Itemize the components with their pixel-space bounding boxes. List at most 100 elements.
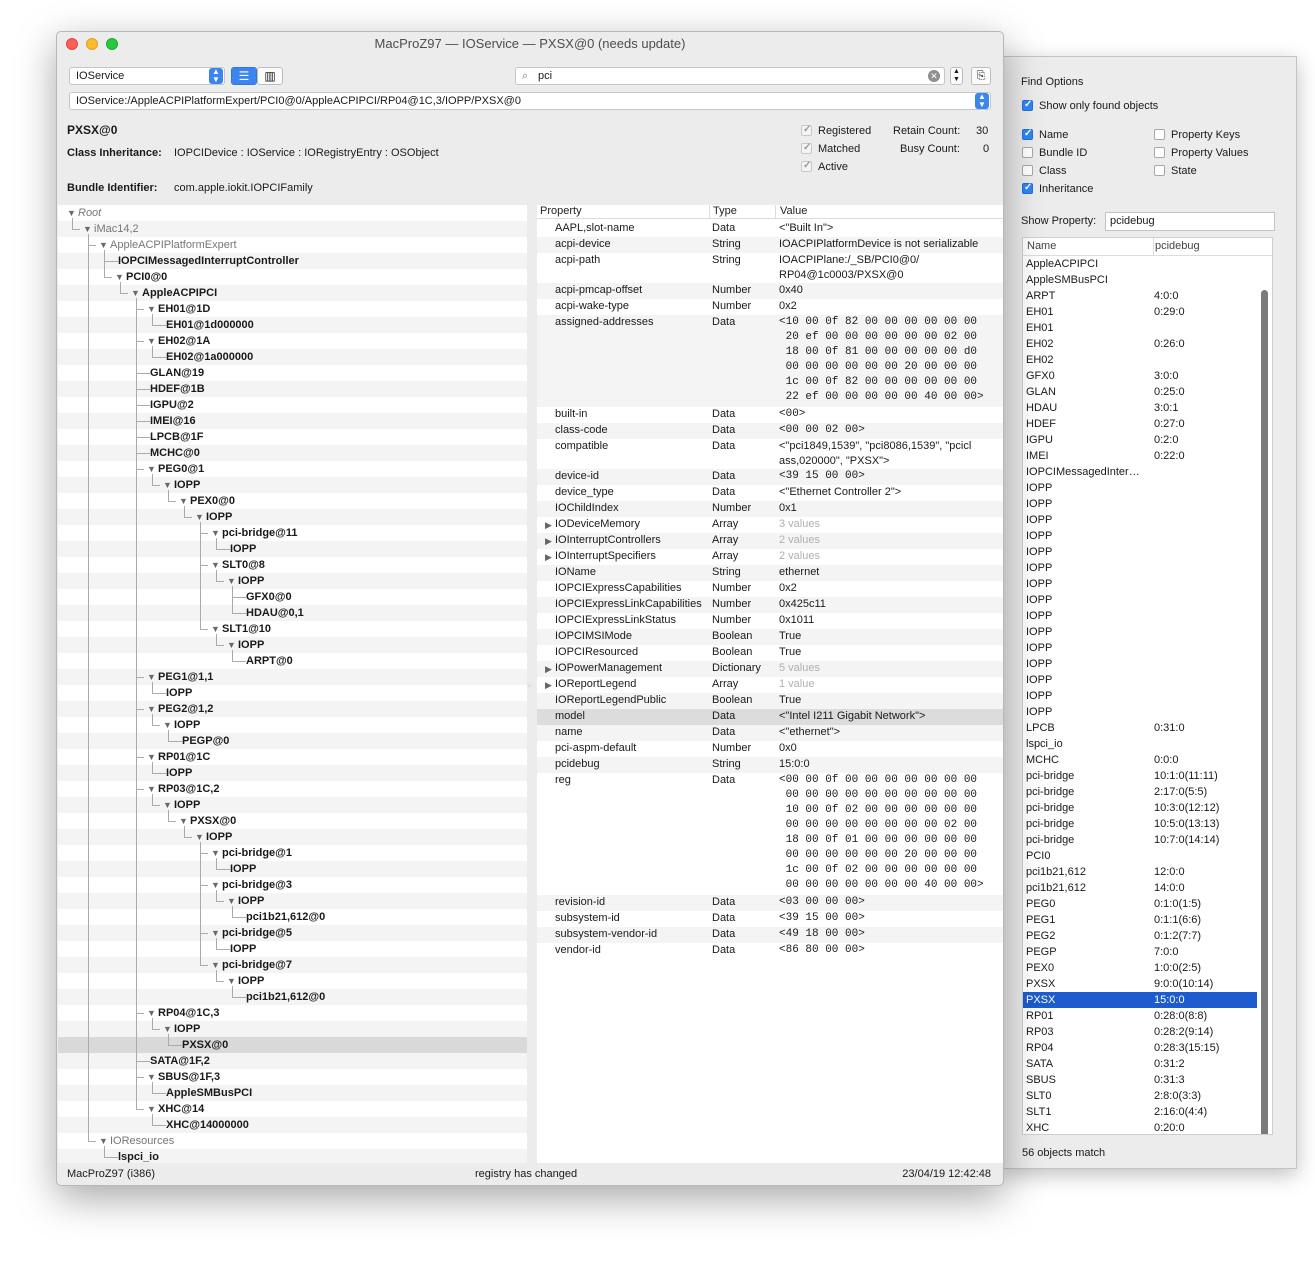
col-value-header[interactable]: pcidebug	[1155, 240, 1200, 252]
class-checkbox[interactable]	[1022, 165, 1033, 176]
registry-tree[interactable]: ▼ Root ▼ iMac14,2 ▼ AppleACPIPlatformExpert IO…	[58, 205, 527, 1163]
tree-row[interactable]: IOPP	[58, 765, 527, 781]
object-row[interactable]: PEG2 0:1:2(7:7)	[1023, 928, 1257, 944]
object-row[interactable]: IOPP	[1023, 624, 1257, 640]
object-row[interactable]: AppleSMBusPCI	[1023, 272, 1257, 288]
tree-row[interactable]: pci1b21,612@0	[58, 989, 527, 1005]
tree-row[interactable]: MCHC@0	[58, 445, 527, 461]
expand-triangle-icon[interactable]: ▶	[545, 662, 552, 677]
object-row[interactable]: IOPP	[1023, 688, 1257, 704]
object-row[interactable]: IOPCIMessagedInter…	[1023, 464, 1257, 480]
zoom-icon[interactable]	[106, 38, 118, 50]
tree-row[interactable]: ▼ pci-bridge@7	[58, 957, 527, 973]
tree-row[interactable]: ▼ SLT1@10	[58, 621, 527, 637]
object-row[interactable]: pci-bridge 2:17:0(5:5)	[1023, 784, 1257, 800]
close-icon[interactable]	[66, 38, 78, 50]
tree-row[interactable]: XHC@14000000	[58, 1117, 527, 1133]
bundle-id-checkbox[interactable]	[1022, 147, 1033, 158]
list-view-button[interactable]: ☰	[231, 67, 257, 85]
tree-row[interactable]: GFX0@0	[58, 589, 527, 605]
object-row[interactable]: IOPP	[1023, 592, 1257, 608]
tree-row[interactable]: ▼ PEG1@1,1	[58, 669, 527, 685]
property-row[interactable]: revision-id Data <03 00 00 00>	[537, 895, 1003, 911]
property-values-checkbox[interactable]	[1154, 147, 1165, 158]
object-row[interactable]: ARPT 4:0:0	[1023, 288, 1257, 304]
expand-triangle-icon[interactable]: ▶	[545, 678, 552, 693]
tree-row[interactable]: ▼ EH01@1D	[58, 301, 527, 317]
object-row[interactable]: IOPP	[1023, 496, 1257, 512]
property-row[interactable]: AAPL,slot-name Data <"Built In">	[537, 221, 1003, 237]
tree-row[interactable]: ▼ PEG0@1	[58, 461, 527, 477]
tree-row[interactable]: ▼ EH02@1A	[58, 333, 527, 349]
property-row[interactable]: IOPCIResourced Boolean True	[537, 645, 1003, 661]
tree-row[interactable]: ▼ pci-bridge@5	[58, 925, 527, 941]
tree-row[interactable]: ▼ IOPP	[58, 973, 527, 989]
properties-table[interactable]: Property Type Value AAPL,slot-name Data <"…	[537, 205, 1003, 1163]
object-row[interactable]: IOPP	[1023, 512, 1257, 528]
property-keys-checkbox[interactable]	[1154, 129, 1165, 140]
property-row[interactable]: model Data <"Intel I211 Gigabit Network">	[537, 709, 1003, 725]
object-row[interactable]: PEG0 0:1:0(1:5)	[1023, 896, 1257, 912]
tree-row[interactable]: EH02@1a000000	[58, 349, 527, 365]
tree-row[interactable]: ▼ IOPP	[58, 829, 527, 845]
property-row[interactable]: class-code Data <00 00 02 00>	[537, 423, 1003, 439]
tree-row[interactable]: IOPCIMessagedInterruptController	[58, 253, 527, 269]
tree-row[interactable]: AppleSMBusPCI	[58, 1085, 527, 1101]
property-row[interactable]: reg Data <00 00 0f 00 00 00 00 00 00 00 00…	[537, 773, 1003, 895]
object-row[interactable]: SBUS 0:31:3	[1023, 1072, 1257, 1088]
property-row[interactable]: IOReportLegendPublic Boolean True	[537, 693, 1003, 709]
property-row[interactable]: assigned-addresses Data <10 00 0f 82 00 00…	[537, 315, 1003, 407]
tree-row[interactable]: ▼ IOResources	[58, 1133, 527, 1149]
object-row[interactable]: PEGP 7:0:0	[1023, 944, 1257, 960]
property-row[interactable]: ▶ IOInterruptControllers Array 2 values	[537, 533, 1003, 549]
tree-row[interactable]: ▼ IOPP	[58, 717, 527, 733]
found-objects-table[interactable]: Name pcidebug AppleACPIPCI AppleSMBusPCI A…	[1022, 237, 1273, 1135]
object-row[interactable]: pci1b21,612 12:0:0	[1023, 864, 1257, 880]
object-row[interactable]: pci-bridge 10:7:0(14:14)	[1023, 832, 1257, 848]
tree-row[interactable]: ▼ IOPP	[58, 477, 527, 493]
property-row[interactable]: IOPCIExpressLinkCapabilities Number 0x425c…	[537, 597, 1003, 613]
property-row[interactable]: pcidebug String 15:0:0	[537, 757, 1003, 773]
tree-row[interactable]: ▼ pci-bridge@11	[58, 525, 527, 541]
property-row[interactable]: vendor-id Data <86 80 00 00>	[537, 943, 1003, 959]
expand-triangle-icon[interactable]: ▶	[545, 518, 552, 533]
object-row[interactable]: lspci_io	[1023, 736, 1257, 752]
tree-row[interactable]: ▼ SBUS@1F,3	[58, 1069, 527, 1085]
column-view-button[interactable]: ▥	[257, 67, 283, 85]
object-row[interactable]: PXSX 9:0:0(10:14)	[1023, 976, 1257, 992]
object-row[interactable]: IOPP	[1023, 576, 1257, 592]
object-row[interactable]: SLT0 2:8:0(3:3)	[1023, 1088, 1257, 1104]
property-row[interactable]: subsystem-vendor-id Data <49 18 00 00>	[537, 927, 1003, 943]
object-row[interactable]: EH02	[1023, 352, 1257, 368]
object-row[interactable]: GLAN 0:25:0	[1023, 384, 1257, 400]
tree-row[interactable]: PXSX@0	[58, 1037, 527, 1053]
tree-row[interactable]: IGPU@2	[58, 397, 527, 413]
inspector-toggle-button[interactable]: ⎘	[971, 67, 991, 85]
show-property-field[interactable]: pcidebug	[1105, 212, 1275, 231]
object-row[interactable]: PEG1 0:1:1(6:6)	[1023, 912, 1257, 928]
object-row[interactable]: IMEI 0:22:0	[1023, 448, 1257, 464]
state-checkbox[interactable]	[1154, 165, 1165, 176]
object-row[interactable]: MCHC 0:0:0	[1023, 752, 1257, 768]
tree-row[interactable]: ▼ RP01@1C	[58, 749, 527, 765]
tree-row[interactable]: IOPP	[58, 685, 527, 701]
object-row[interactable]: RP03 0:28:2(9:14)	[1023, 1024, 1257, 1040]
expand-triangle-icon[interactable]: ▶	[545, 534, 552, 549]
tree-row[interactable]: ▼ PXSX@0	[58, 813, 527, 829]
object-row[interactable]: IOPP	[1023, 640, 1257, 656]
object-row[interactable]: RP04 0:28:3(15:15)	[1023, 1040, 1257, 1056]
tree-row[interactable]: ▼ IOPP	[58, 637, 527, 653]
path-field[interactable]: IOService:/AppleACPIPlatformExpert/PCI0@…	[69, 92, 991, 110]
object-row[interactable]: PCI0	[1023, 848, 1257, 864]
tree-row[interactable]: ▼ Root	[58, 205, 527, 221]
objects-scrollbar[interactable]	[1261, 290, 1268, 1134]
tree-row[interactable]: lspci_io	[58, 1149, 527, 1163]
property-row[interactable]: pci-aspm-default Number 0x0	[537, 741, 1003, 757]
object-row[interactable]: pci-bridge 10:1:0(11:11)	[1023, 768, 1257, 784]
col-name-header[interactable]: Name	[1027, 240, 1056, 252]
object-row[interactable]: IOPP	[1023, 608, 1257, 624]
object-row[interactable]: RP01 0:28:0(8:8)	[1023, 1008, 1257, 1024]
tree-row[interactable]: HDEF@1B	[58, 381, 527, 397]
type-column-header[interactable]: Type	[713, 205, 737, 217]
clear-search-icon[interactable]: ✕	[928, 70, 940, 82]
